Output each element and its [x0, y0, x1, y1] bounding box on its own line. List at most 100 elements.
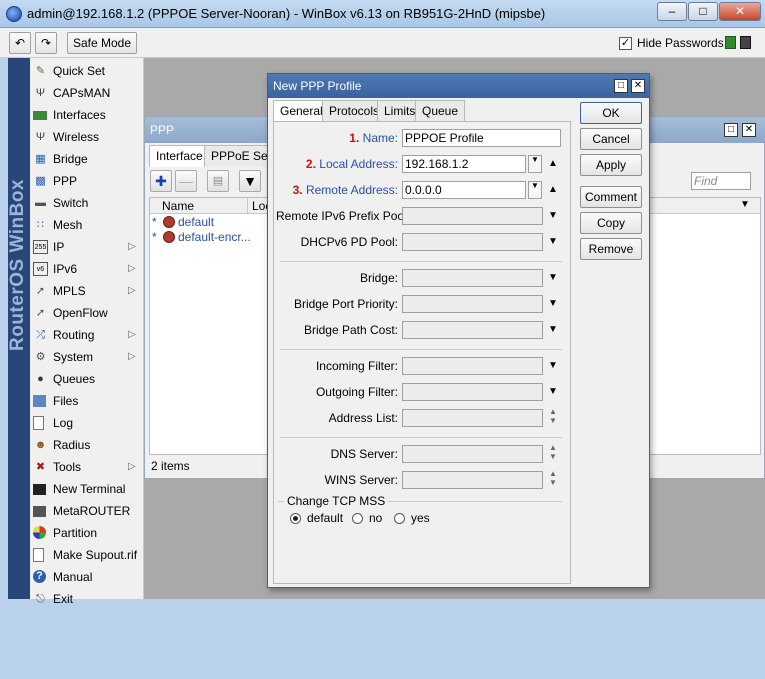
- bridge-icon: ▦: [35, 153, 46, 165]
- ppp-close-button[interactable]: ✕: [742, 123, 756, 137]
- remote-address-collapse-icon[interactable]: ▲: [546, 183, 560, 197]
- cancel-button[interactable]: Cancel: [580, 128, 642, 150]
- sidebar-item-interfaces[interactable]: Interfaces: [30, 104, 144, 126]
- sidebar-item-mesh[interactable]: ∷ Mesh: [30, 214, 144, 236]
- ppp-maximize-button[interactable]: □: [724, 123, 738, 137]
- remote-ipv6-prefix-pool-select[interactable]: [402, 207, 543, 225]
- name-input[interactable]: PPPOE Profile: [402, 129, 561, 147]
- sidebar-item-files[interactable]: Files: [30, 390, 144, 412]
- incoming-filter-dropdown-icon[interactable]: ▼: [546, 359, 560, 373]
- tab-interface[interactable]: Interface: [149, 145, 210, 167]
- dhcpv6-pd-pool-select[interactable]: [402, 233, 543, 251]
- row-name: default-encr...: [178, 230, 251, 244]
- dhcpv6-pd-pool-dropdown-icon[interactable]: ▼: [546, 235, 560, 249]
- hide-passwords-checkbox[interactable]: ✓: [619, 37, 632, 50]
- close-icon: ✕: [633, 80, 643, 91]
- sidebar-item-routing[interactable]: ⤮ Routing ▷: [30, 324, 144, 346]
- sidebar-item-log[interactable]: Log: [30, 412, 144, 434]
- redo-button[interactable]: ↷: [35, 32, 57, 54]
- address-list-input[interactable]: [402, 409, 543, 427]
- tcp-mss-default-label: default: [307, 511, 344, 525]
- remove-profile-button[interactable]: Remove: [580, 238, 642, 260]
- tcp-mss-yes-label: yes: [411, 511, 430, 525]
- maximize-button[interactable]: □: [688, 2, 718, 21]
- tab-queue[interactable]: Queue: [415, 100, 466, 122]
- tcp-mss-default-radio[interactable]: [290, 513, 301, 524]
- bridge-select[interactable]: [402, 269, 543, 287]
- sidebar-item-bridge[interactable]: ▦ Bridge: [30, 148, 144, 170]
- sidebar-item-system[interactable]: ⚙ System ▷: [30, 346, 144, 368]
- bridge-port-priority-label: Bridge Port Priority:: [293, 297, 398, 311]
- bridge-dropdown-icon[interactable]: ▼: [546, 271, 560, 285]
- local-address-dropdown-button[interactable]: ▼: [528, 155, 542, 173]
- copy-button[interactable]: Copy: [580, 212, 642, 234]
- sidebar-item-metarouter[interactable]: MetaROUTER: [30, 500, 144, 522]
- local-address-collapse-icon[interactable]: ▲: [546, 157, 560, 171]
- gear-icon: ⚙: [35, 351, 46, 363]
- add-button[interactable]: ✚: [150, 170, 172, 192]
- sidebar-item-radius[interactable]: ☻ Radius: [30, 434, 144, 456]
- dialog-title-bar[interactable]: New PPP Profile □ ✕: [268, 74, 649, 98]
- undo-button[interactable]: ↶: [9, 32, 31, 54]
- bridge-path-cost-dropdown-icon[interactable]: ▼: [546, 323, 560, 337]
- outgoing-filter-dropdown-icon[interactable]: ▼: [546, 385, 560, 399]
- safe-mode-button[interactable]: Safe Mode: [67, 32, 137, 54]
- sidebar-item-openflow[interactable]: ➚ OpenFlow: [30, 302, 144, 324]
- sidebar-item-queues[interactable]: ● Queues: [30, 368, 144, 390]
- dialog-maximize-button[interactable]: □: [614, 79, 628, 93]
- window-title-bar[interactable]: admin@192.168.1.2 (PPPOE Server-Nooran) …: [0, 0, 765, 28]
- sidebar-item-wireless[interactable]: Ψ Wireless: [30, 126, 144, 148]
- sidebar-item-ip[interactable]: 255 IP ▷: [30, 236, 144, 258]
- sidebar-item-manual[interactable]: ? Manual: [30, 566, 144, 588]
- column-chooser-dropdown-icon[interactable]: ▼: [740, 199, 750, 210]
- wins-server-input[interactable]: [402, 471, 543, 489]
- address-list-updown-icon[interactable]: ▲ ▼: [546, 407, 560, 425]
- sidebar-item-switch[interactable]: ▬ Switch: [30, 192, 144, 214]
- outgoing-filter-select[interactable]: [402, 383, 543, 401]
- sidebar-item-ipv6[interactable]: v6 IPv6 ▷: [30, 258, 144, 280]
- filter-button[interactable]: ▼: [239, 170, 261, 192]
- bridge-port-priority-select[interactable]: [402, 295, 543, 313]
- apply-button[interactable]: Apply: [580, 154, 642, 176]
- bridge-port-priority-dropdown-icon[interactable]: ▼: [546, 297, 560, 311]
- remote-ipv6-prefix-pool-label: Remote IPv6 Prefix Pool:: [276, 209, 411, 223]
- tcp-mss-no-radio[interactable]: [352, 513, 363, 524]
- redo-icon: ↷: [40, 36, 52, 50]
- close-button[interactable]: ✕: [719, 2, 761, 21]
- sidebar-item-partition[interactable]: Partition: [30, 522, 144, 544]
- sidebar-item-ppp[interactable]: ▩ PPP: [30, 170, 144, 192]
- remote-ipv6-prefix-pool-dropdown-icon[interactable]: ▼: [546, 209, 560, 223]
- section-divider: [280, 437, 562, 438]
- sidebar-item-new-terminal[interactable]: New Terminal: [30, 478, 144, 500]
- remove-button[interactable]: —: [175, 170, 197, 192]
- wand-icon: ✎: [35, 65, 46, 77]
- remote-address-input[interactable]: 0.0.0.0: [402, 181, 526, 199]
- bridge-path-cost-select[interactable]: [402, 321, 543, 339]
- find-input[interactable]: Find: [691, 172, 751, 190]
- sidebar-item-quick-set[interactable]: ✎ Quick Set: [30, 60, 144, 82]
- sidebar-item-exit[interactable]: ⎋ Exit: [30, 588, 144, 610]
- ok-button[interactable]: OK: [580, 102, 642, 124]
- dns-server-input[interactable]: [402, 445, 543, 463]
- ipv6-icon: v6: [33, 262, 48, 276]
- comment-button[interactable]: Comment: [580, 186, 642, 208]
- column-header-name[interactable]: Name: [162, 199, 194, 213]
- sidebar-item-capsman[interactable]: Ψ CAPsMAN: [30, 82, 144, 104]
- submenu-arrow-icon: ▷: [128, 461, 136, 472]
- local-address-input[interactable]: 192.168.1.2: [402, 155, 526, 173]
- tcp-mss-yes-radio[interactable]: [394, 513, 405, 524]
- incoming-filter-select[interactable]: [402, 357, 543, 375]
- remote-address-dropdown-button[interactable]: ▼: [528, 181, 542, 199]
- profile-icon: [163, 231, 175, 243]
- wins-server-updown-icon[interactable]: ▲ ▼: [546, 469, 560, 487]
- comment-button[interactable]: ▤: [207, 170, 229, 192]
- sidebar-item-make-supout[interactable]: Make Supout.rif: [30, 544, 144, 566]
- filter-icon: ▼: [243, 173, 257, 189]
- minimize-button[interactable]: –: [657, 2, 687, 21]
- submenu-arrow-icon: ▷: [128, 263, 136, 274]
- sidebar-item-mpls[interactable]: ➚ MPLS ▷: [30, 280, 144, 302]
- sidebar-item-tools[interactable]: ✖ Tools ▷: [30, 456, 144, 478]
- dialog-close-button[interactable]: ✕: [631, 79, 645, 93]
- dns-server-updown-icon[interactable]: ▲ ▼: [546, 443, 560, 461]
- hide-passwords-label: Hide Passwords: [637, 36, 724, 50]
